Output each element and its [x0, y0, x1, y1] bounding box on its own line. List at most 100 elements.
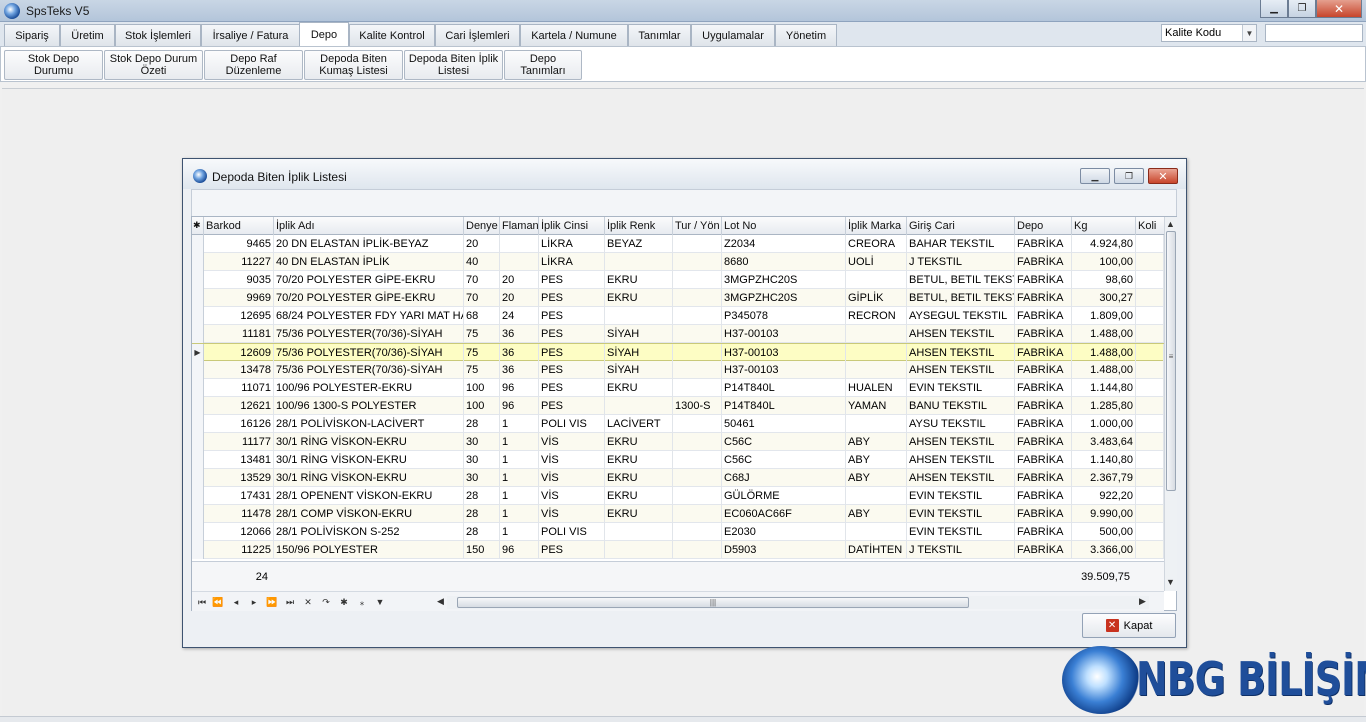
table-cell[interactable]: 2.367,79: [1072, 469, 1136, 487]
table-cell[interactable]: EKRU: [605, 487, 673, 505]
table-cell[interactable]: [673, 235, 722, 253]
table-cell[interactable]: LACİVERT: [605, 415, 673, 433]
table-row[interactable]: 11225 150/96 POLYESTER 150 96 PES D5903 DATİHT…: [192, 541, 1164, 559]
table-cell[interactable]: 36: [500, 361, 539, 379]
table-cell[interactable]: 96: [500, 541, 539, 559]
table-cell[interactable]: 75/36 POLYESTER(70/36)-SİYAH: [274, 344, 464, 362]
table-cell[interactable]: EC060AC66F: [722, 505, 846, 523]
table-cell[interactable]: BAHAR TEKSTIL: [907, 235, 1015, 253]
table-cell[interactable]: DATİHTEN: [846, 541, 907, 559]
prev-page-icon[interactable]: ⏪: [210, 595, 226, 609]
last-record-icon[interactable]: ⏭: [282, 595, 298, 609]
table-cell[interactable]: 75: [464, 325, 500, 343]
table-cell[interactable]: RECRON: [846, 307, 907, 325]
table-cell[interactable]: PES: [539, 325, 605, 343]
tab-depo[interactable]: Depo: [299, 22, 349, 46]
table-cell[interactable]: 1: [500, 451, 539, 469]
table-cell[interactable]: [846, 344, 907, 362]
table-cell[interactable]: [1136, 505, 1164, 523]
table-cell[interactable]: D5903: [722, 541, 846, 559]
row-indicator[interactable]: [192, 433, 204, 451]
insert-record-icon[interactable]: ✱: [336, 595, 352, 609]
table-cell[interactable]: PES: [539, 361, 605, 379]
scroll-thumb[interactable]: ≡: [1166, 231, 1176, 491]
table-cell[interactable]: FABRİKA: [1015, 433, 1072, 451]
table-cell[interactable]: BETUL, BETIL TEKSTIL: [907, 289, 1015, 307]
table-cell[interactable]: FABRİKA: [1015, 415, 1072, 433]
scroll-down-icon[interactable]: ▼: [1166, 577, 1175, 587]
scroll-thumb[interactable]: |||: [457, 597, 969, 608]
table-cell[interactable]: Z2034: [722, 235, 846, 253]
table-cell[interactable]: 12066: [204, 523, 274, 541]
table-cell[interactable]: [673, 451, 722, 469]
table-cell[interactable]: FABRİKA: [1015, 289, 1072, 307]
table-cell[interactable]: 11225: [204, 541, 274, 559]
table-cell[interactable]: J TEKSTIL: [907, 253, 1015, 271]
table-cell[interactable]: EKRU: [605, 289, 673, 307]
table-row[interactable]: 13529 30/1 RİNG VİSKON-EKRU 30 1 VİS EKRU C68J…: [192, 469, 1164, 487]
table-cell[interactable]: [846, 487, 907, 505]
table-cell[interactable]: 9969: [204, 289, 274, 307]
table-cell[interactable]: SİYAH: [605, 361, 673, 379]
table-row[interactable]: 16126 28/1 POLİVİSKON-LACİVERT 28 1 POLI VIS…: [192, 415, 1164, 433]
column-header[interactable]: Lot No: [722, 217, 846, 235]
table-cell[interactable]: 13481: [204, 451, 274, 469]
table-cell[interactable]: FABRİKA: [1015, 235, 1072, 253]
row-indicator[interactable]: [192, 235, 204, 253]
row-indicator[interactable]: [192, 397, 204, 415]
table-row[interactable]: 9035 70/20 POLYESTER GİPE-EKRU 70 20 PES EKRU…: [192, 271, 1164, 289]
table-row[interactable]: 9465 20 DN ELASTAN İPLİK-BEYAZ 20 LİKRA BEYA…: [192, 235, 1164, 253]
table-cell[interactable]: 28/1 POLİVİSKON-LACİVERT: [274, 415, 464, 433]
table-cell[interactable]: E2030: [722, 523, 846, 541]
table-cell[interactable]: [1136, 415, 1164, 433]
table-cell[interactable]: [500, 253, 539, 271]
table-cell[interactable]: 11177: [204, 433, 274, 451]
table-cell[interactable]: 100/96 1300-S POLYESTER: [274, 397, 464, 415]
table-cell[interactable]: 16126: [204, 415, 274, 433]
table-cell[interactable]: PES: [539, 397, 605, 415]
scroll-left-icon[interactable]: ◀: [437, 596, 444, 607]
first-record-icon[interactable]: ⏮: [194, 595, 210, 609]
table-cell[interactable]: [673, 523, 722, 541]
table-cell[interactable]: 1: [500, 523, 539, 541]
column-header[interactable]: Kg: [1072, 217, 1136, 235]
row-pointer-icon[interactable]: ▶: [192, 344, 204, 362]
table-cell[interactable]: [673, 307, 722, 325]
table-cell[interactable]: 30: [464, 433, 500, 451]
table-cell[interactable]: [1136, 451, 1164, 469]
table-cell[interactable]: 40: [464, 253, 500, 271]
table-cell[interactable]: 30: [464, 451, 500, 469]
table-cell[interactable]: AHSEN TEKSTIL: [907, 325, 1015, 343]
table-cell[interactable]: 28: [464, 415, 500, 433]
table-cell[interactable]: 1.144,80: [1072, 379, 1136, 397]
table-cell[interactable]: EKRU: [605, 379, 673, 397]
table-cell[interactable]: J TEKSTIL: [907, 541, 1015, 559]
table-cell[interactable]: HUALEN: [846, 379, 907, 397]
search-input[interactable]: [1265, 24, 1363, 42]
table-cell[interactable]: [673, 433, 722, 451]
table-cell[interactable]: POLI VIS: [539, 415, 605, 433]
table-cell[interactable]: P345078: [722, 307, 846, 325]
table-cell[interactable]: VİS: [539, 487, 605, 505]
vertical-scrollbar[interactable]: ▲ ≡ ▼: [1164, 217, 1177, 591]
table-cell[interactable]: 3MGPZHC20S: [722, 289, 846, 307]
table-cell[interactable]: PES: [539, 541, 605, 559]
table-cell[interactable]: FABRİKA: [1015, 505, 1072, 523]
table-row[interactable]: 11181 75/36 POLYESTER(70/36)-SİYAH 75 36 PES…: [192, 325, 1164, 343]
table-cell[interactable]: 3MGPZHC20S: [722, 271, 846, 289]
table-cell[interactable]: [1136, 253, 1164, 271]
table-cell[interactable]: GİPLİK: [846, 289, 907, 307]
table-cell[interactable]: 4.924,80: [1072, 235, 1136, 253]
table-cell[interactable]: 12609: [204, 344, 274, 362]
table-cell[interactable]: 1: [500, 469, 539, 487]
column-header[interactable]: Barkod: [204, 217, 274, 235]
table-cell[interactable]: 3.483,64: [1072, 433, 1136, 451]
table-cell[interactable]: [500, 235, 539, 253]
column-header[interactable]: Denye: [464, 217, 500, 235]
table-cell[interactable]: [1136, 271, 1164, 289]
close-icon[interactable]: ✕: [1148, 168, 1178, 184]
table-row[interactable]: 13481 30/1 RİNG VİSKON-EKRU 30 1 VİS EKRU C56C…: [192, 451, 1164, 469]
table-cell[interactable]: [673, 541, 722, 559]
table-cell[interactable]: 17431: [204, 487, 274, 505]
table-cell[interactable]: 500,00: [1072, 523, 1136, 541]
